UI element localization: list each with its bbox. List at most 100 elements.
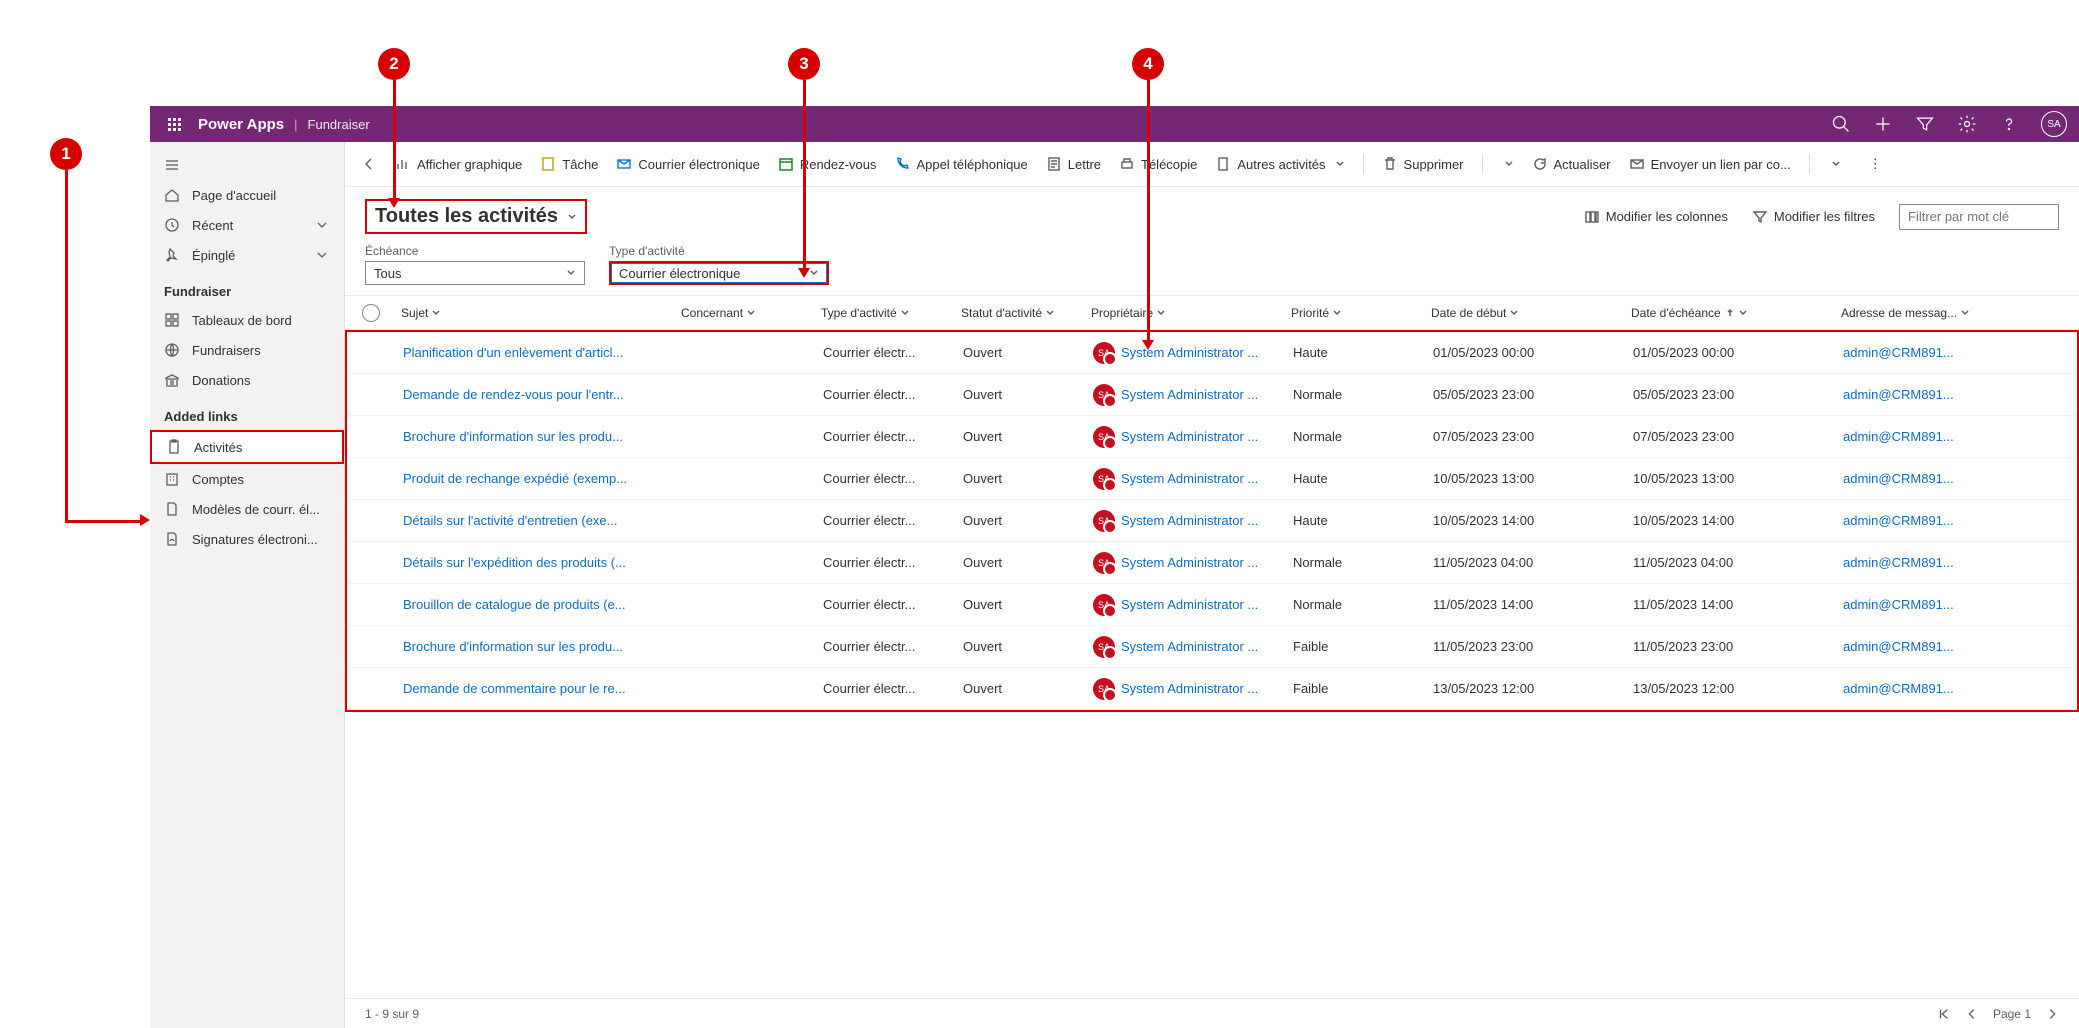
task-button[interactable]: Tâche — [540, 156, 598, 172]
row-owner[interactable]: SASystem Administrator ... — [1083, 384, 1283, 406]
edit-filters-button[interactable]: Modifier les filtres — [1752, 209, 1875, 225]
refresh-button[interactable]: Actualiser — [1532, 156, 1611, 172]
hamburger-button[interactable] — [150, 150, 344, 180]
prev-page-icon[interactable] — [1965, 1007, 1979, 1021]
other-activities-button[interactable]: Autres activités — [1215, 156, 1344, 172]
command-separator — [1482, 154, 1483, 174]
row-subject-link[interactable]: Planification d'un enlèvement d'articl..… — [403, 345, 623, 360]
row-subject-link[interactable]: Détails sur l'activité d'entretien (exe.… — [403, 513, 618, 528]
appointment-button[interactable]: Rendez-vous — [778, 156, 877, 172]
table-row[interactable]: Brochure d'information sur les produ...C… — [347, 626, 2077, 668]
table-row[interactable]: Produit de rechange expédié (exemp...Cou… — [347, 458, 2077, 500]
chevron-down-icon[interactable] — [1504, 159, 1514, 169]
chevron-down-icon — [314, 217, 330, 233]
row-subject-link[interactable]: Demande de rendez-vous pour l'entr... — [403, 387, 624, 402]
col-subject[interactable]: Sujet — [391, 306, 671, 320]
col-email[interactable]: Adresse de messag... — [1831, 306, 1981, 320]
row-email-link[interactable]: admin@CRM891... — [1843, 429, 1954, 444]
letter-button[interactable]: Lettre — [1046, 156, 1101, 172]
filter-icon[interactable] — [1915, 114, 1935, 134]
row-subject-link[interactable]: Demande de commentaire pour le re... — [403, 681, 626, 696]
nav-home[interactable]: Page d'accueil — [150, 180, 344, 210]
row-owner[interactable]: SASystem Administrator ... — [1083, 678, 1283, 700]
nav-donations[interactable]: Donations — [150, 365, 344, 395]
settings-icon[interactable] — [1957, 114, 1977, 134]
nav-accounts-label: Comptes — [192, 472, 244, 487]
columns-icon — [1584, 209, 1600, 225]
row-subject-link[interactable]: Brochure d'information sur les produ... — [403, 429, 623, 444]
fax-button[interactable]: Télécopie — [1119, 156, 1197, 172]
next-page-icon[interactable] — [2045, 1007, 2059, 1021]
due-filter-select[interactable]: Tous — [365, 261, 585, 285]
row-subject-link[interactable]: Brouillon de catalogue de produits (e... — [403, 597, 626, 612]
select-all-checkbox[interactable] — [351, 304, 391, 322]
phone-label: Appel téléphonique — [916, 157, 1027, 172]
email-button[interactable]: Courrier électronique — [616, 156, 759, 172]
overflow-menu[interactable]: ⋮ — [1869, 156, 1882, 172]
chevron-down-icon — [900, 308, 910, 318]
row-email-link[interactable]: admin@CRM891... — [1843, 681, 1954, 696]
first-page-icon[interactable] — [1937, 1007, 1951, 1021]
annotation-arrow-1-h — [65, 520, 141, 523]
chevron-down-icon — [1509, 308, 1519, 318]
nav-pinned[interactable]: Épinglé — [150, 240, 344, 270]
show-chart-button[interactable]: Afficher graphique — [395, 156, 522, 172]
table-row[interactable]: Demande de commentaire pour le re...Cour… — [347, 668, 2077, 710]
row-subject-link[interactable]: Brochure d'information sur les produ... — [403, 639, 623, 654]
table-row[interactable]: Planification d'un enlèvement d'articl..… — [347, 332, 2077, 374]
row-priority: Faible — [1283, 681, 1423, 696]
nav-fundraisers[interactable]: Fundraisers — [150, 335, 344, 365]
back-button[interactable] — [361, 156, 377, 172]
keyword-filter-input[interactable] — [1899, 204, 2059, 230]
col-owner[interactable]: Propriétaire — [1081, 306, 1281, 320]
row-subject-link[interactable]: Produit de rechange expédié (exemp... — [403, 471, 627, 486]
search-icon[interactable] — [1831, 114, 1851, 134]
col-start-date[interactable]: Date de début — [1421, 306, 1621, 320]
row-email-link[interactable]: admin@CRM891... — [1843, 387, 1954, 402]
col-type[interactable]: Type d'activité — [811, 306, 951, 320]
add-icon[interactable] — [1873, 114, 1893, 134]
row-owner[interactable]: SASystem Administrator ... — [1083, 468, 1283, 490]
type-filter-select[interactable]: Courrier électronique — [609, 261, 829, 285]
due-filter-value: Tous — [374, 266, 401, 281]
col-regarding[interactable]: Concernant — [671, 306, 811, 320]
row-email-link[interactable]: admin@CRM891... — [1843, 639, 1954, 654]
task-label: Tâche — [562, 157, 598, 172]
row-email-link[interactable]: admin@CRM891... — [1843, 555, 1954, 570]
nav-pinned-label: Épinglé — [192, 248, 235, 263]
nav-dashboards[interactable]: Tableaux de bord — [150, 305, 344, 335]
row-owner[interactable]: SASystem Administrator ... — [1083, 342, 1283, 364]
send-link-button[interactable]: Envoyer un lien par co... — [1629, 156, 1791, 172]
row-email-link[interactable]: admin@CRM891... — [1843, 597, 1954, 612]
row-owner[interactable]: SASystem Administrator ... — [1083, 594, 1283, 616]
table-row[interactable]: Brochure d'information sur les produ...C… — [347, 416, 2077, 458]
col-due-date[interactable]: Date d'échéance — [1621, 306, 1831, 320]
row-email-link[interactable]: admin@CRM891... — [1843, 513, 1954, 528]
edit-columns-button[interactable]: Modifier les colonnes — [1584, 209, 1728, 225]
col-status[interactable]: Statut d'activité — [951, 306, 1081, 320]
phone-button[interactable]: Appel téléphonique — [894, 156, 1027, 172]
table-row[interactable]: Brouillon de catalogue de produits (e...… — [347, 584, 2077, 626]
row-email-link[interactable]: admin@CRM891... — [1843, 471, 1954, 486]
nav-activities[interactable]: Activités — [150, 430, 344, 464]
delete-button[interactable]: Supprimer — [1382, 156, 1464, 172]
nav-accounts[interactable]: Comptes — [150, 464, 344, 494]
nav-recent[interactable]: Récent — [150, 210, 344, 240]
nav-signatures[interactable]: Signatures électroni... — [150, 524, 344, 554]
app-launcher-icon[interactable] — [162, 112, 186, 136]
row-owner[interactable]: SASystem Administrator ... — [1083, 426, 1283, 448]
appointment-label: Rendez-vous — [800, 157, 877, 172]
chevron-down-icon[interactable] — [1831, 159, 1841, 169]
row-owner[interactable]: SASystem Administrator ... — [1083, 552, 1283, 574]
nav-email-templates[interactable]: Modèles de courr. él... — [150, 494, 344, 524]
row-email-link[interactable]: admin@CRM891... — [1843, 345, 1954, 360]
table-row[interactable]: Détails sur l'activité d'entretien (exe.… — [347, 500, 2077, 542]
col-priority[interactable]: Priorité — [1281, 306, 1421, 320]
row-owner[interactable]: SASystem Administrator ... — [1083, 510, 1283, 532]
table-row[interactable]: Détails sur l'expédition des produits (.… — [347, 542, 2077, 584]
help-icon[interactable] — [1999, 114, 2019, 134]
user-avatar[interactable]: SA — [2041, 111, 2067, 137]
table-row[interactable]: Demande de rendez-vous pour l'entr...Cou… — [347, 374, 2077, 416]
row-subject-link[interactable]: Détails sur l'expédition des produits (.… — [403, 555, 626, 570]
row-owner[interactable]: SASystem Administrator ... — [1083, 636, 1283, 658]
